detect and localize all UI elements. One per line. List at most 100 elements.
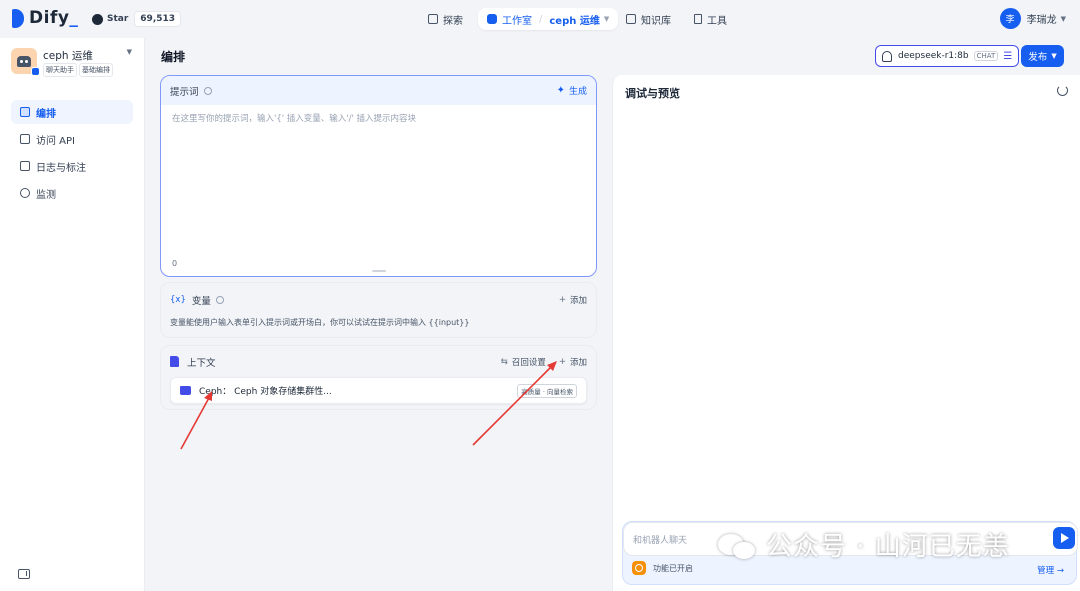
watermark-text: 公众号 · 山河已无恙: [766, 532, 1010, 562]
model-selector[interactable]: deepseek-r1:8b CHAT ☰: [875, 45, 1020, 67]
recall-label: 召回设置: [511, 357, 546, 368]
layout-icon: [20, 107, 30, 117]
sidebar-item-label: 监测: [36, 189, 56, 201]
sidebar-item-orchestrate[interactable]: 编排: [11, 100, 133, 124]
recall-settings-button[interactable]: ⇆ 召回设置: [501, 356, 546, 368]
nav-separator: /: [539, 13, 543, 25]
sidebar-menu: 编排 访问 API 日志与标注 监测: [11, 100, 133, 208]
sidebar-item-logs[interactable]: 日志与标注: [11, 154, 133, 178]
nav-studio[interactable]: 工作室 / ceph 运维 ▼: [478, 8, 619, 30]
nav-knowledge[interactable]: 知识库: [626, 8, 671, 30]
robot-icon: [17, 55, 31, 67]
manage-button[interactable]: 管理 →: [1037, 564, 1064, 576]
nav-studio-label: 工作室: [502, 15, 532, 27]
add-label: 添加: [569, 295, 587, 306]
page-title: 编排: [161, 50, 186, 64]
sidebar-item-monitor[interactable]: 监测: [11, 181, 133, 205]
studio-icon: [487, 14, 497, 24]
dify-logo-icon: [12, 8, 24, 28]
dify-logo[interactable]: Dify_: [12, 8, 78, 28]
app-tags: 聊天助手 基础编排: [43, 63, 115, 77]
dataset-item[interactable]: Ceph： Ceph 对象存储集群性... 高质量 · 向量检索: [170, 377, 587, 404]
compass-icon: [428, 14, 438, 24]
dataset-badge: 高质量 · 向量检索: [517, 383, 577, 398]
nav-tools-label: 工具: [707, 15, 727, 27]
model-mode-badge: CHAT: [973, 51, 999, 61]
github-star-label: Star: [107, 14, 129, 24]
sidebar-item-label: 访问 API: [36, 135, 75, 147]
user-name: 李瑞龙: [1026, 15, 1057, 26]
user-menu[interactable]: 李 李瑞龙 ▼: [999, 8, 1066, 29]
context-header: 上下文 ⇆ 召回设置 + 添加: [170, 346, 587, 377]
add-context-button[interactable]: + 添加: [559, 356, 587, 368]
variables-description: 变量能使用户输入表单引入提示词或开场白，你可以试试在提示词中输入 {{input…: [170, 318, 470, 327]
plus-icon: +: [558, 356, 566, 367]
github-star-count: 69,513: [134, 11, 182, 27]
settings-sliders-icon[interactable]: ☰: [1003, 51, 1012, 62]
nav-explore-label: 探索: [443, 15, 463, 27]
resize-handle[interactable]: [372, 270, 386, 272]
prompt-title: 提示词: [170, 86, 199, 98]
sparkle-icon: ✦: [556, 85, 565, 96]
publish-label: 发布: [1028, 52, 1048, 63]
github-icon: [92, 13, 103, 25]
app-icon: [11, 48, 40, 76]
add-variable-button[interactable]: + 添加: [559, 294, 587, 306]
app-name: ceph 运维: [43, 50, 93, 62]
add-label: 添加: [569, 357, 587, 368]
debug-preview-panel: 调试与预览 和机器人聊天 功能已开启 管理 →: [612, 75, 1080, 591]
feature-icon: [632, 561, 646, 575]
sidebar: ceph 运维 ▼ 聊天助手 基础编排 编排 访问 API 日志与标注 监测: [0, 38, 145, 591]
generate-label: 生成: [568, 87, 587, 97]
prompt-editor: 提示词 ✦ 生成 在这里写你的提示词，输入'{' 插入变量、输入'/' 插入提示…: [160, 75, 597, 277]
feature-label: 功能已开启: [653, 563, 693, 573]
document-icon: [170, 356, 179, 367]
chat-badge-icon: [31, 67, 40, 76]
wechat-icon: [718, 530, 758, 560]
app-tag: 聊天助手: [43, 63, 77, 77]
refresh-icon[interactable]: [1057, 85, 1068, 96]
send-icon[interactable]: [1053, 527, 1075, 549]
nav-explore[interactable]: 探索: [428, 8, 463, 30]
nav-app-name[interactable]: ceph 运维: [549, 12, 599, 27]
variables-panel: {x} 变量 + 添加 变量能使用户输入表单引入提示词或开场白，你可以试试在提示…: [160, 282, 597, 338]
publish-button[interactable]: 发布 ▼: [1021, 45, 1064, 67]
chevron-down-icon[interactable]: ▼: [604, 15, 609, 23]
avatar: 李: [999, 8, 1021, 29]
monitor-icon: [20, 188, 30, 198]
folder-icon: [180, 386, 191, 395]
sidebar-collapse-icon[interactable]: [18, 569, 30, 579]
github-star-button[interactable]: Star 69,513: [92, 11, 182, 27]
variable-icon: {x}: [170, 294, 186, 305]
book-icon: [626, 14, 636, 24]
dataset-name: Ceph： Ceph 对象存储集群性...: [199, 387, 332, 397]
model-name: deepseek-r1:8b: [898, 51, 969, 61]
chevron-down-icon: ▼: [1060, 14, 1066, 23]
chat-input-placeholder: 和机器人聊天: [633, 535, 688, 546]
char-count: 0: [172, 259, 178, 268]
context-title: 上下文: [187, 357, 216, 369]
variables-header: {x} 变量 + 添加: [170, 283, 587, 316]
variables-title: 变量: [191, 295, 211, 307]
log-icon: [20, 161, 30, 171]
context-panel: 上下文 ⇆ 召回设置 + 添加 Ceph： Ceph 对象存储集群性... 高质…: [160, 345, 597, 410]
terminal-icon: [20, 134, 30, 144]
app-tag: 基础编排: [79, 63, 113, 77]
prompt-header: 提示词 ✦ 生成: [161, 76, 596, 105]
generate-button[interactable]: ✦ 生成: [557, 84, 587, 97]
nav-tools[interactable]: 工具: [694, 8, 727, 30]
sidebar-item-label: 日志与标注: [36, 162, 86, 174]
app-info[interactable]: ceph 运维 ▼ 聊天助手 基础编排: [11, 47, 136, 77]
chevron-down-icon: ▼: [1051, 52, 1057, 60]
plus-icon: +: [558, 294, 566, 305]
preview-title: 调试与预览: [625, 87, 680, 100]
sidebar-item-api[interactable]: 访问 API: [11, 127, 133, 151]
nav-knowledge-label: 知识库: [641, 15, 671, 27]
help-icon[interactable]: [215, 295, 224, 304]
prompt-textarea[interactable]: 在这里写你的提示词，输入'{' 插入变量、输入'/' 插入提示内容块: [161, 105, 596, 131]
sidebar-item-label: 编排: [36, 108, 56, 120]
help-icon[interactable]: [203, 86, 212, 95]
chevron-down-icon[interactable]: ▼: [127, 48, 132, 56]
model-icon: [882, 50, 892, 62]
features-status: 功能已开启: [632, 561, 693, 575]
